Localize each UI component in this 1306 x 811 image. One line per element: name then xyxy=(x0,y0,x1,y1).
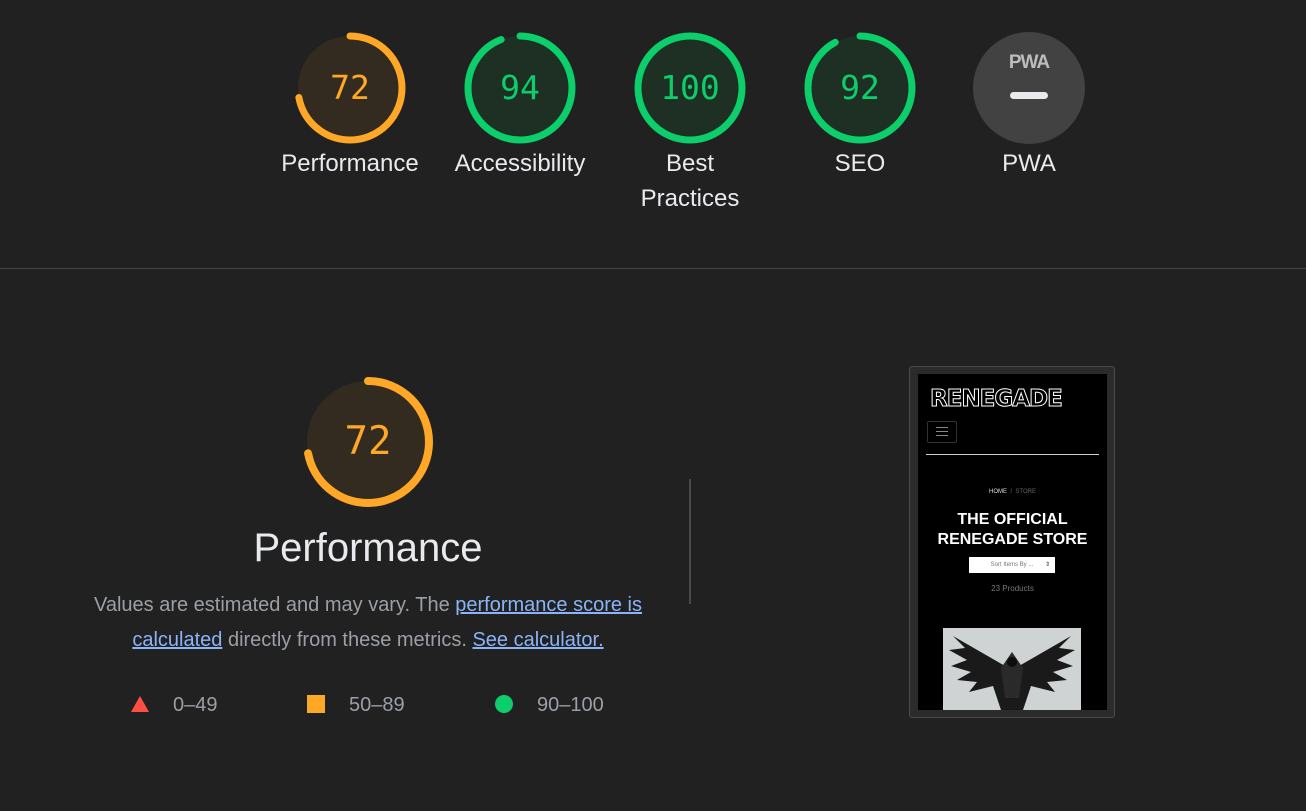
product-artwork-image xyxy=(943,628,1081,710)
gauge-pwa[interactable]: PWA PWA xyxy=(949,32,1109,181)
triangle-icon xyxy=(131,696,149,712)
circle-icon xyxy=(495,695,513,713)
pwa-badge-circle xyxy=(973,32,1085,144)
gauge-label: Performance xyxy=(281,150,419,177)
store-title-line2: RENEGADE STORE xyxy=(937,531,1088,548)
sort-select-text: Sort Items By ... xyxy=(990,562,1034,568)
pwa-dash-icon xyxy=(1010,92,1048,99)
gauge-score: 94 xyxy=(500,68,540,107)
performance-title: Performance xyxy=(253,526,483,570)
gauge-score: 100 xyxy=(660,68,720,107)
breadcrumb-separator: / xyxy=(1010,489,1013,495)
gauge-label-line2: Practices xyxy=(640,185,740,212)
vertical-divider xyxy=(689,479,691,604)
description-text: Values are estimated and may vary. The xyxy=(93,594,456,616)
gauge-label: PWA xyxy=(1002,150,1056,177)
performance-gauge-large: 72 xyxy=(302,376,434,508)
store-title-line1: THE OFFICIAL xyxy=(957,511,1068,528)
square-icon xyxy=(307,695,325,713)
store-title: THE OFFICIAL RENEGADE STORE xyxy=(918,510,1107,550)
breadcrumb-store: STORE xyxy=(1015,489,1036,495)
gauge-score: 72 xyxy=(330,68,370,107)
final-screenshot: RENEGADE HOME / STORE THE OFFICIAL RENEG… xyxy=(918,374,1107,710)
breadcrumb: HOME / STORE xyxy=(918,489,1107,495)
select-arrows-icon: ⇕ xyxy=(1044,562,1050,568)
gauge-best-practices[interactable]: 100 Best Practices xyxy=(610,32,770,216)
sort-select: Sort Items By ... ⇕ xyxy=(969,557,1055,573)
product-count: 23 Products xyxy=(991,584,1034,593)
gauge-ring: 100 xyxy=(634,32,746,144)
renegade-logo: RENEGADE xyxy=(930,386,1064,413)
gauge-label: SEO xyxy=(834,150,886,177)
final-screenshot-frame[interactable]: RENEGADE HOME / STORE THE OFFICIAL RENEG… xyxy=(909,366,1115,718)
pwa-logo-text: PWA xyxy=(1008,52,1050,73)
gauge-seo[interactable]: 92 SEO xyxy=(780,32,940,181)
score-legend: 0–49 50–89 90–100 xyxy=(0,690,700,720)
gauge-accessibility[interactable]: 94 Accessibility xyxy=(440,32,600,181)
section-divider xyxy=(0,268,1306,269)
gauge-ring: 92 xyxy=(804,32,916,144)
pwa-badge: PWA xyxy=(973,32,1085,144)
see-calculator-link[interactable]: See calculator. xyxy=(472,629,603,651)
description-text: directly from these metrics. xyxy=(222,629,473,651)
legend-range: 50–89 xyxy=(349,694,405,716)
score-gauges: 72 Performance 94 Accessibility 100 Best… xyxy=(0,0,1306,268)
gauge-label: Best Practices xyxy=(610,146,770,216)
gauge-ring: 72 xyxy=(294,32,406,144)
performance-score: 72 xyxy=(344,419,392,464)
hamburger-menu-icon xyxy=(927,421,957,443)
legend-range: 90–100 xyxy=(537,694,604,716)
breadcrumb-home: HOME xyxy=(989,489,1008,495)
gauge-score: 92 xyxy=(840,68,880,107)
performance-description: Values are estimated and may vary. The p… xyxy=(78,588,658,658)
gauge-performance[interactable]: 72 Performance xyxy=(270,32,430,181)
gauge-label: Accessibility xyxy=(454,150,586,177)
legend-range: 0–49 xyxy=(173,694,218,716)
gauge-ring: 94 xyxy=(464,32,576,144)
nav-divider xyxy=(926,454,1099,455)
gauge-label-line1: Best xyxy=(665,150,715,177)
